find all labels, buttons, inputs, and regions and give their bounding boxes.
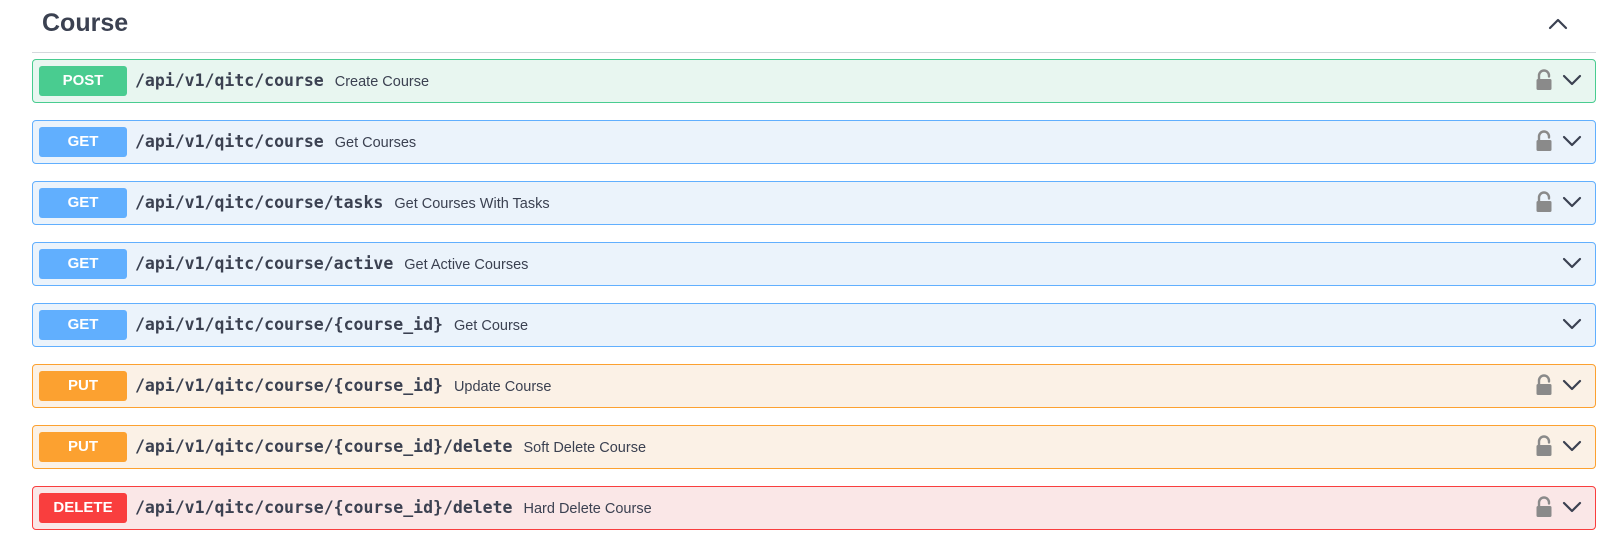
chevron-down-icon[interactable] bbox=[1561, 254, 1583, 272]
operation-summary: Get Courses With Tasks bbox=[394, 196, 550, 212]
path-text: /api/v1/qitc/course/active bbox=[135, 254, 394, 273]
operation-path: /api/v1/qitc/course/active Get Active Cou… bbox=[135, 254, 528, 273]
operation-summary: Get Active Courses bbox=[404, 257, 529, 273]
operation-path: /api/v1/qitc/course/tasks Get Courses Wit… bbox=[135, 193, 550, 212]
lock-icon[interactable] bbox=[1535, 130, 1553, 152]
chevron-down-icon[interactable] bbox=[1561, 132, 1583, 150]
path-text: /api/v1/qitc/course/{course_id}/delete bbox=[135, 498, 513, 517]
lock-icon[interactable] bbox=[1535, 191, 1553, 213]
operation-summary: Soft Delete Course bbox=[523, 440, 647, 456]
section-title: Course bbox=[42, 9, 129, 37]
lock-icon[interactable] bbox=[1535, 69, 1553, 91]
operation-path: /api/v1/qitc/course/{course_id}/delete Ha… bbox=[135, 498, 652, 517]
chevron-down-icon[interactable] bbox=[1561, 193, 1583, 211]
operation-path: /api/v1/qitc/course/{course_id} Get Cours… bbox=[135, 315, 528, 334]
operation-summary: Update Course bbox=[453, 379, 552, 395]
collapse-button[interactable] bbox=[1544, 12, 1572, 36]
path-text: /api/v1/qitc/course/{course_id} bbox=[135, 315, 443, 334]
lock-icon[interactable] bbox=[1535, 496, 1553, 518]
lock-icon[interactable] bbox=[1535, 435, 1553, 457]
operation-summary: Get Courses bbox=[334, 135, 417, 151]
operation-row[interactable]: POST /api/v1/qitc/course Create Course bbox=[32, 59, 1596, 103]
operation-summary: Create Course bbox=[334, 74, 430, 90]
operation-path: /api/v1/qitc/course Create Course bbox=[135, 71, 429, 90]
operation-row[interactable]: GET /api/v1/qitc/course/{course_id} Get C… bbox=[32, 303, 1596, 347]
operation-summary: Get Course bbox=[453, 318, 529, 334]
method-badge: GET bbox=[39, 310, 127, 340]
chevron-down-icon[interactable] bbox=[1561, 437, 1583, 455]
operation-row[interactable]: GET /api/v1/qitc/course/active Get Active… bbox=[32, 242, 1596, 286]
operation-path: /api/v1/qitc/course/{course_id}/delete So… bbox=[135, 437, 646, 456]
operation-path: /api/v1/qitc/course/{course_id} Update Co… bbox=[135, 376, 551, 395]
lock-icon[interactable] bbox=[1535, 374, 1553, 396]
method-badge: GET bbox=[39, 249, 127, 279]
course-section: Course POST /api/v1/qitc/course Create Co… bbox=[32, 0, 1596, 530]
path-text: /api/v1/qitc/course bbox=[135, 132, 324, 151]
operation-row[interactable]: DELETE /api/v1/qitc/course/{course_id}/d… bbox=[32, 486, 1596, 530]
chevron-down-icon[interactable] bbox=[1561, 315, 1583, 333]
chevron-down-icon[interactable] bbox=[1561, 71, 1583, 89]
operation-row[interactable]: PUT /api/v1/qitc/course/{course_id}/dele… bbox=[32, 425, 1596, 469]
operation-path: /api/v1/qitc/course Get Courses bbox=[135, 132, 416, 151]
method-badge: PUT bbox=[39, 371, 127, 401]
operation-row[interactable]: GET /api/v1/qitc/course Get Courses bbox=[32, 120, 1596, 164]
method-badge: PUT bbox=[39, 432, 127, 462]
method-badge: DELETE bbox=[39, 493, 127, 523]
chevron-down-icon[interactable] bbox=[1561, 498, 1583, 516]
operation-row[interactable]: PUT /api/v1/qitc/course/{course_id} Updat… bbox=[32, 364, 1596, 408]
section-header[interactable]: Course bbox=[32, 0, 1596, 53]
chevron-down-icon[interactable] bbox=[1561, 376, 1583, 394]
path-text: /api/v1/qitc/course bbox=[135, 71, 324, 90]
operation-row[interactable]: GET /api/v1/qitc/course/tasks Get Courses… bbox=[32, 181, 1596, 225]
method-badge: GET bbox=[39, 127, 127, 157]
path-text: /api/v1/qitc/course/tasks bbox=[135, 193, 384, 212]
path-text: /api/v1/qitc/course/{course_id} bbox=[135, 376, 443, 395]
operation-summary: Hard Delete Course bbox=[523, 501, 652, 517]
path-text: /api/v1/qitc/course/{course_id}/delete bbox=[135, 437, 513, 456]
chevron-up-icon bbox=[1548, 18, 1568, 30]
method-badge: POST bbox=[39, 66, 127, 96]
operations-list: POST /api/v1/qitc/course Create Course GE… bbox=[32, 59, 1596, 547]
method-badge: GET bbox=[39, 188, 127, 218]
